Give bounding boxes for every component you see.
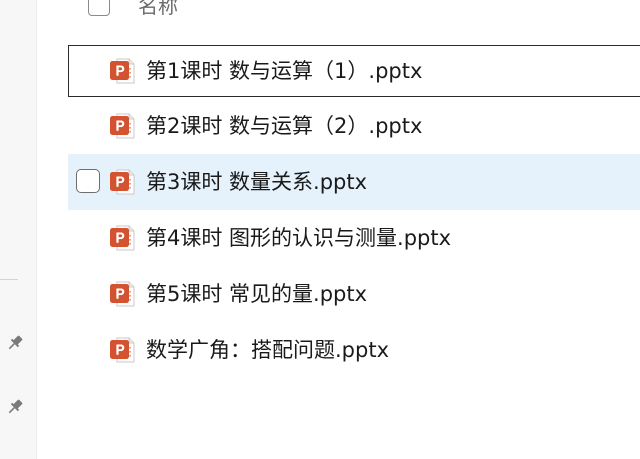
file-row[interactable]: 第2课时 数与运算（2）.pptx — [68, 98, 640, 154]
powerpoint-icon — [108, 336, 136, 364]
file-explorer-view: 名称 第1课时 数与运算（1）.pptx 第2课时 数与运算（2）.pptx 第… — [0, 0, 640, 459]
file-name: 第2课时 数与运算（2）.pptx — [146, 114, 423, 138]
powerpoint-icon — [108, 280, 136, 308]
file-name: 数学广角：搭配问题.pptx — [146, 338, 389, 362]
file-row[interactable]: 第3课时 数量关系.pptx — [68, 154, 640, 210]
nav-divider — [0, 279, 18, 280]
powerpoint-icon — [108, 168, 136, 196]
file-name: 第5课时 常见的量.pptx — [146, 282, 368, 306]
file-row[interactable]: 数学广角：搭配问题.pptx — [68, 322, 640, 378]
navigation-pane — [0, 0, 37, 459]
file-name: 第4课时 图形的认识与测量.pptx — [146, 226, 452, 250]
pin-icon[interactable] — [5, 333, 25, 353]
file-list: 第1课时 数与运算（1）.pptx 第2课时 数与运算（2）.pptx 第3课时… — [68, 42, 640, 378]
powerpoint-icon — [108, 224, 136, 252]
file-row[interactable]: 第1课时 数与运算（1）.pptx — [68, 45, 640, 97]
select-all-checkbox[interactable] — [88, 0, 110, 16]
pin-icon[interactable] — [5, 397, 25, 417]
row-checkbox[interactable] — [76, 169, 100, 193]
powerpoint-icon — [108, 112, 136, 140]
name-column-header[interactable]: 名称 — [138, 0, 178, 20]
file-row[interactable]: 第5课时 常见的量.pptx — [68, 266, 640, 322]
powerpoint-icon — [108, 57, 136, 85]
file-name: 第1课时 数与运算（1）.pptx — [146, 59, 423, 83]
file-row[interactable]: 第4课时 图形的认识与测量.pptx — [68, 210, 640, 266]
file-name: 第3课时 数量关系.pptx — [146, 170, 368, 194]
